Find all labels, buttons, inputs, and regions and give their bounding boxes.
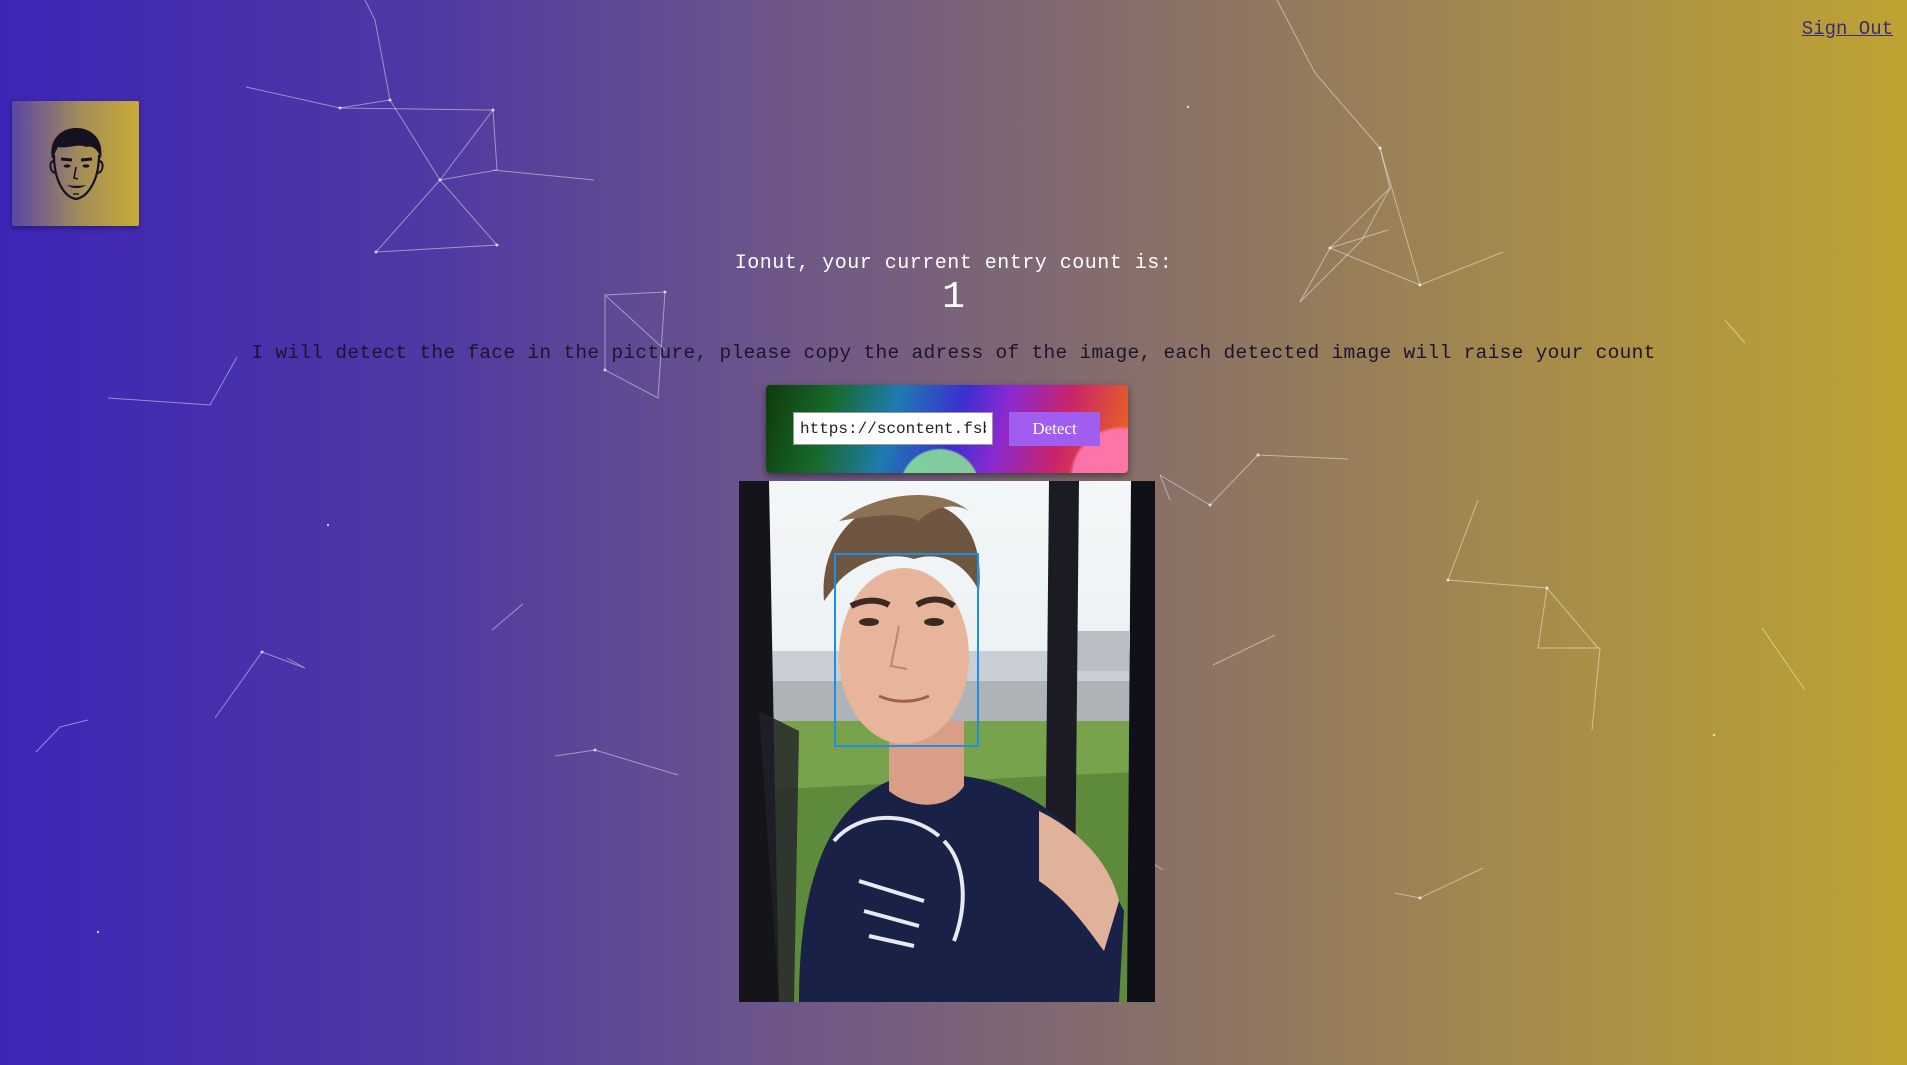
image-url-input[interactable] (793, 412, 993, 445)
face-avatar-icon (48, 127, 104, 200)
detected-image (739, 481, 1155, 1002)
app-logo (12, 101, 139, 226)
detect-instructions: I will detect the face in the picture, p… (251, 342, 1656, 364)
detect-button[interactable]: Detect (1009, 412, 1100, 446)
selfie-photo (739, 481, 1155, 1002)
image-url-form: Detect (766, 385, 1128, 473)
entry-count-greeting: Ionut, your current entry count is: (734, 252, 1173, 275)
sign-out-link[interactable]: Sign Out (1802, 18, 1893, 40)
entry-count-value: 1 (942, 276, 965, 319)
